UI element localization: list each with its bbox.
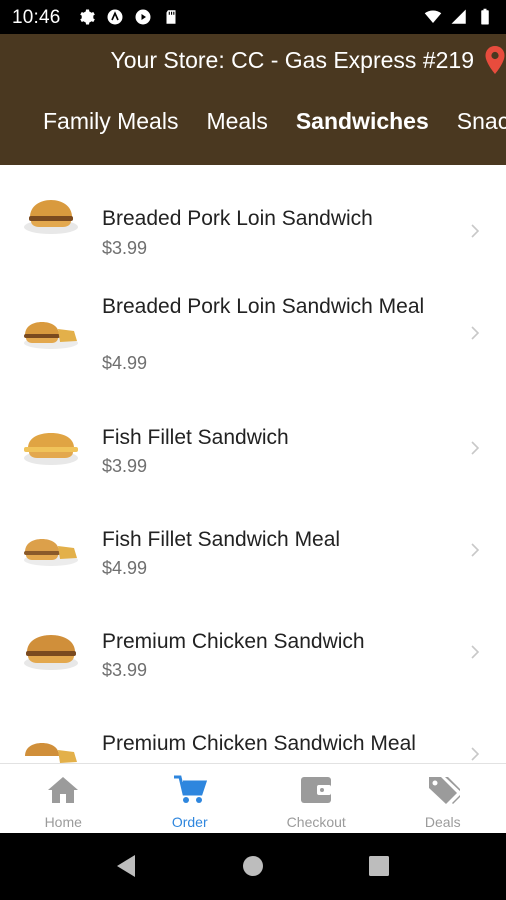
sandwich-thumbnail — [24, 433, 78, 465]
item-name: Premium Chicken Sandwich Meal — [102, 732, 416, 755]
back-icon[interactable] — [114, 853, 138, 879]
wifi-icon — [424, 10, 442, 23]
app-header: Your Store: CC - Gas Express #219 Family… — [0, 34, 506, 165]
item-name: Fish Fillet Sandwich — [102, 426, 289, 449]
item-price: $3.99 — [102, 238, 148, 258]
product-list: Breaded Pork Loin Sandwich $3.99 Breaded… — [0, 165, 506, 763]
nav-deals[interactable]: Deals — [380, 764, 506, 833]
list-item[interactable]: Premium Chicken Sandwich $3.99 — [0, 614, 506, 704]
nav-order-label: Order — [171, 814, 208, 830]
a-circle-icon — [107, 9, 123, 25]
bottom-nav: Home Order Checkout Deals — [0, 763, 506, 833]
list-item[interactable]: Fish Fillet Sandwich Meal $4.99 — [0, 512, 506, 602]
sandwich-meal-thumbnail — [24, 322, 78, 349]
tab-meals[interactable]: Meals — [206, 108, 267, 135]
nav-home-label: Home — [44, 814, 82, 830]
location-pin-icon[interactable] — [484, 45, 506, 75]
home-icon — [48, 777, 79, 803]
system-nav-bar — [0, 833, 506, 900]
gear-icon — [80, 9, 95, 25]
sandwich-meal-thumbnail — [25, 743, 77, 763]
chevron-right-icon — [471, 326, 480, 340]
item-price: $3.99 — [102, 456, 148, 476]
home-circle-icon[interactable] — [242, 855, 264, 877]
nav-checkout[interactable]: Checkout — [253, 764, 380, 833]
chevron-right-icon — [471, 224, 480, 238]
tab-family-meals[interactable]: Family Meals — [43, 108, 178, 135]
item-name: Breaded Pork Loin Sandwich — [102, 207, 373, 230]
sandwich-meal-thumbnail — [24, 539, 78, 566]
sandwich-thumbnail — [24, 200, 78, 234]
chevron-right-icon — [471, 645, 480, 659]
category-tabs: Family Meals Meals Sandwiches Snacks — [43, 108, 506, 135]
sandwich-thumbnail — [24, 635, 78, 670]
tab-sandwiches[interactable]: Sandwiches — [296, 108, 429, 135]
tab-snacks[interactable]: Snacks — [457, 108, 506, 135]
item-name: Premium Chicken Sandwich — [102, 630, 365, 653]
item-price: $3.99 — [102, 660, 148, 680]
nav-home[interactable]: Home — [0, 764, 127, 833]
status-bar: 10:46 — [0, 0, 506, 34]
nav-order[interactable]: Order — [127, 764, 254, 833]
nav-checkout-label: Checkout — [286, 814, 346, 830]
wallet-icon — [301, 777, 332, 803]
sd-card-icon — [166, 10, 176, 24]
store-label: Your Store: CC - Gas Express #219 — [110, 46, 475, 73]
cart-icon — [173, 775, 207, 803]
nav-deals-label: Deals — [424, 814, 461, 830]
list-item[interactable]: Breaded Pork Loin Sandwich Meal $4.99 — [0, 281, 506, 383]
list-item[interactable]: Fish Fillet Sandwich $3.99 — [0, 410, 506, 500]
chevron-right-icon — [471, 441, 480, 455]
list-item[interactable]: Breaded Pork Loin Sandwich $3.99 — [0, 179, 506, 269]
chevron-right-icon — [471, 747, 480, 761]
item-price: $4.99 — [102, 558, 148, 578]
item-price: $4.99 — [102, 353, 148, 373]
item-name: Fish Fillet Sandwich Meal — [102, 528, 341, 551]
status-time: 10:46 — [12, 7, 61, 28]
battery-icon — [481, 8, 489, 25]
tags-icon — [428, 777, 460, 804]
recents-icon[interactable] — [369, 856, 389, 876]
chevron-right-icon — [471, 543, 480, 557]
list-item[interactable]: Premium Chicken Sandwich Meal — [0, 716, 506, 763]
signal-icon — [451, 9, 466, 24]
store-selector[interactable]: Your Store: CC - Gas Express #219 — [111, 45, 506, 75]
item-name: Breaded Pork Loin Sandwich Meal — [102, 295, 425, 318]
play-store-icon — [135, 9, 151, 25]
